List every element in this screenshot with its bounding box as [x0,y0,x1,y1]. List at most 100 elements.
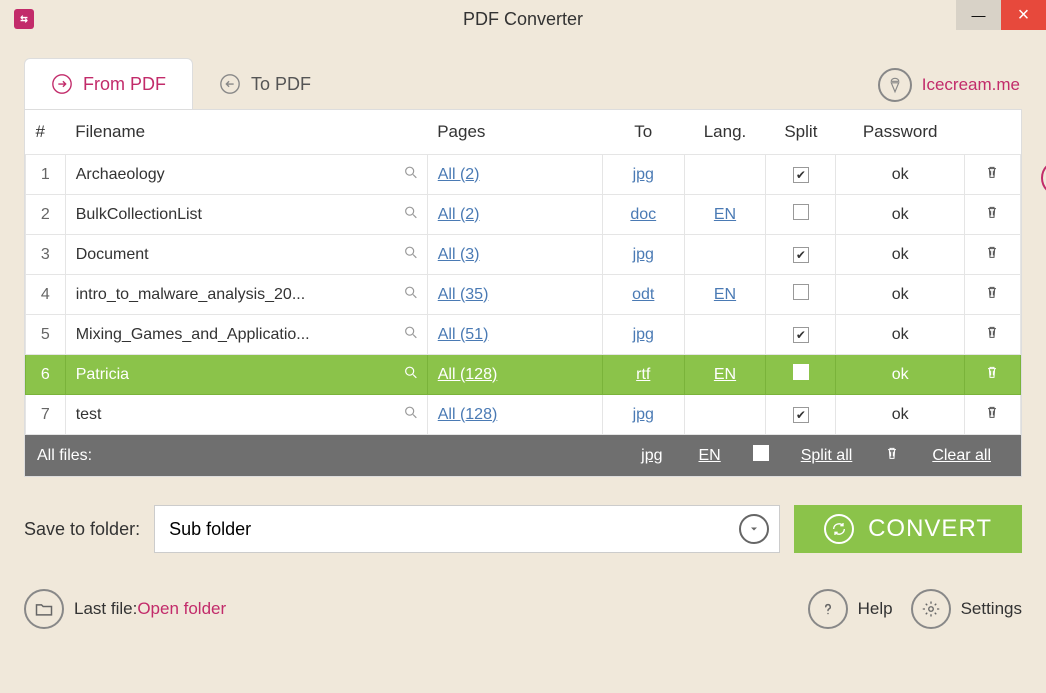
col-password: Password [836,110,964,155]
close-button[interactable]: × [1001,0,1046,30]
row-delete[interactable] [964,315,1020,355]
row-lang[interactable]: EN [684,355,766,395]
row-to[interactable]: jpg [602,395,684,435]
tab-from-pdf[interactable]: From PDF [24,58,193,109]
minimize-button[interactable]: — [956,0,1001,30]
preview-icon[interactable] [403,164,419,185]
row-pages[interactable]: All (3) [427,235,602,275]
row-pages[interactable]: All (128) [427,395,602,435]
row-split[interactable]: ✔ [766,235,836,275]
row-num: 1 [26,155,66,195]
convert-button[interactable]: CONVERT [794,505,1022,553]
summary-split-all[interactable]: Split all [783,447,871,465]
file-table: + # Filename Pages To Lang. Split Passwo… [24,109,1022,477]
summary-clear-all[interactable]: Clear all [914,447,1009,465]
app-icon: ⇆ [14,9,34,29]
row-password: ok [836,275,964,315]
table-row[interactable]: 3DocumentAll (3)jpg✔ok [26,235,1021,275]
summary-row: All files: jpg EN Split all Clear all [25,435,1021,476]
table-row[interactable]: 1ArchaeologyAll (2)jpg✔ok [26,155,1021,195]
preview-icon[interactable] [403,284,419,305]
table-header-row: # Filename Pages To Lang. Split Password [26,110,1021,155]
table-row[interactable]: 4intro_to_malware_analysis_20...All (35)… [26,275,1021,315]
row-lang[interactable] [684,155,766,195]
row-split[interactable]: ✔ [766,315,836,355]
row-to[interactable]: jpg [602,315,684,355]
col-pages: Pages [427,110,602,155]
preview-icon[interactable] [403,244,419,265]
titlebar: ⇆ PDF Converter — × [0,0,1046,38]
preview-icon[interactable] [403,204,419,225]
row-lang[interactable] [684,235,766,275]
row-delete[interactable] [964,275,1020,315]
col-filename: Filename [65,110,427,155]
row-num: 7 [26,395,66,435]
row-delete[interactable] [964,155,1020,195]
summary-trash-icon[interactable] [870,445,914,466]
row-num: 4 [26,275,66,315]
row-filename: Mixing_Games_and_Applicatio... [65,315,427,355]
last-file-label: Last file: [74,599,137,619]
row-filename: Patricia [65,355,427,395]
row-num: 2 [26,195,66,235]
row-password: ok [836,315,964,355]
table-row[interactable]: 7testAll (128)jpg✔ok [26,395,1021,435]
row-delete[interactable] [964,235,1020,275]
help-button[interactable]: Help [808,589,893,629]
col-num: # [26,110,66,155]
col-split: Split [766,110,836,155]
preview-icon[interactable] [403,364,419,385]
row-filename: BulkCollectionList [65,195,427,235]
row-to[interactable]: rtf [602,355,684,395]
folder-icon[interactable] [24,589,64,629]
row-split[interactable] [766,355,836,395]
row-delete[interactable] [964,355,1020,395]
row-lang[interactable]: EN [684,195,766,235]
row-lang[interactable] [684,395,766,435]
row-password: ok [836,235,964,275]
row-pages[interactable]: All (51) [427,315,602,355]
tab-to-pdf[interactable]: To PDF [193,59,337,109]
row-num: 6 [26,355,66,395]
row-split[interactable]: ✔ [766,395,836,435]
window-title: PDF Converter [0,9,1046,30]
open-folder-link[interactable]: Open folder [137,599,226,619]
folder-dropdown-icon[interactable] [739,514,769,544]
row-pages[interactable]: All (2) [427,195,602,235]
row-split[interactable] [766,275,836,315]
folder-select[interactable]: Sub folder [154,505,780,553]
row-pages[interactable]: All (2) [427,155,602,195]
row-split[interactable] [766,195,836,235]
col-to: To [602,110,684,155]
row-pages[interactable]: All (128) [427,355,602,395]
summary-lang[interactable]: EN [681,447,739,465]
row-split[interactable]: ✔ [766,155,836,195]
row-to[interactable]: jpg [602,235,684,275]
preview-icon[interactable] [403,404,419,425]
row-to[interactable]: doc [602,195,684,235]
settings-button[interactable]: Settings [911,589,1022,629]
table-row[interactable]: 2BulkCollectionListAll (2)docEN ok [26,195,1021,235]
brand-link[interactable]: Icecream.me [878,68,1020,102]
row-pages[interactable]: All (35) [427,275,602,315]
convert-label: CONVERT [868,515,992,543]
table-row[interactable]: 5Mixing_Games_and_Applicatio...All (51)j… [26,315,1021,355]
row-lang[interactable]: EN [684,275,766,315]
row-to[interactable]: odt [602,275,684,315]
row-lang[interactable] [684,315,766,355]
row-password: ok [836,195,964,235]
preview-icon[interactable] [403,324,419,345]
summary-split-checkbox[interactable] [753,445,769,461]
row-to[interactable]: jpg [602,155,684,195]
row-delete[interactable] [964,395,1020,435]
table-row[interactable]: 6PatriciaAll (128)rtfENok [26,355,1021,395]
col-lang: Lang. [684,110,766,155]
summary-to[interactable]: jpg [623,447,680,465]
add-file-button[interactable]: + [1041,160,1046,196]
row-delete[interactable] [964,195,1020,235]
icecream-icon [878,68,912,102]
row-filename: intro_to_malware_analysis_20... [65,275,427,315]
row-filename: Document [65,235,427,275]
row-num: 5 [26,315,66,355]
folder-value: Sub folder [169,519,251,540]
